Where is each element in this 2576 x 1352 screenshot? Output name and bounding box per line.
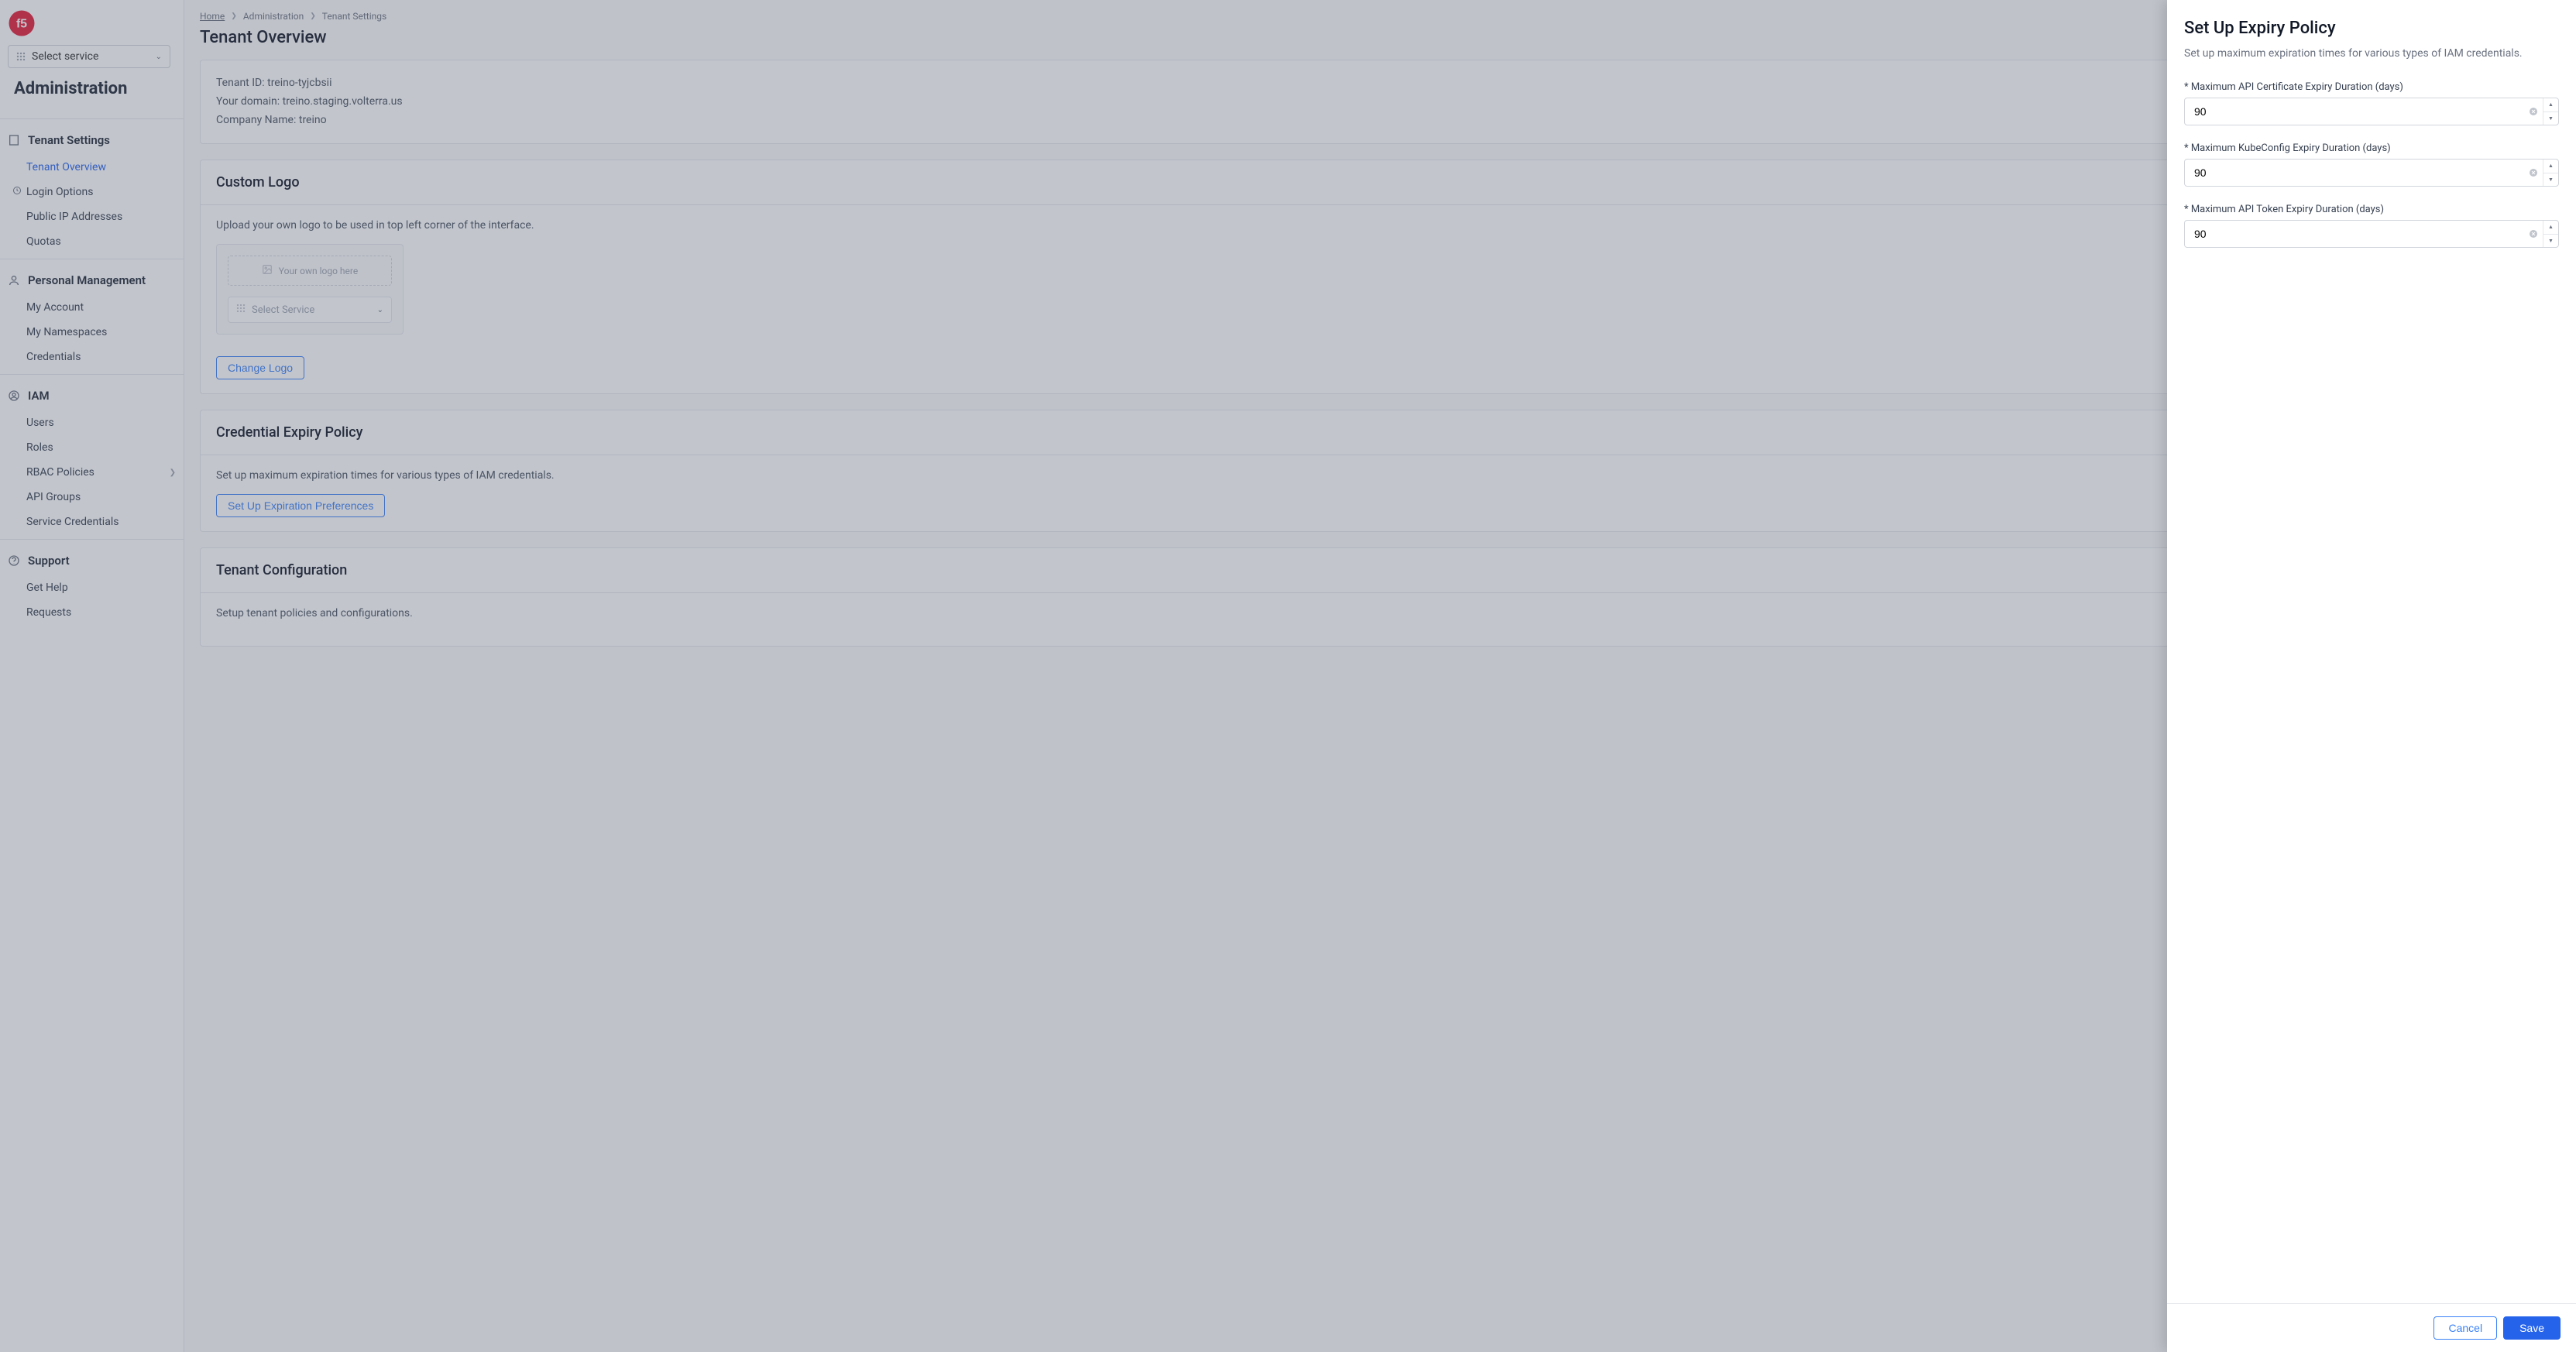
quantity-stepper: ▲▼ (2543, 98, 2558, 125)
field-label: * Maximum API Token Expiry Duration (day… (2184, 204, 2559, 215)
step-up-icon[interactable]: ▲ (2543, 98, 2558, 112)
form-group: * Maximum KubeConfig Expiry Duration (da… (2184, 142, 2559, 187)
field-label: * Maximum KubeConfig Expiry Duration (da… (2184, 142, 2559, 154)
drawer-title: Set Up Expiry Policy (2184, 19, 2559, 38)
field-label: * Maximum API Certificate Expiry Duratio… (2184, 81, 2559, 93)
duration-input[interactable] (2194, 166, 2524, 179)
step-up-icon[interactable]: ▲ (2543, 160, 2558, 173)
drawer-footer: Cancel Save (2167, 1303, 2576, 1352)
save-button[interactable]: Save (2503, 1316, 2561, 1340)
step-down-icon[interactable]: ▼ (2543, 173, 2558, 187)
duration-input[interactable] (2194, 105, 2524, 118)
form-group: * Maximum API Certificate Expiry Duratio… (2184, 81, 2559, 125)
cancel-button[interactable]: Cancel (2433, 1316, 2497, 1340)
clear-icon[interactable] (2524, 221, 2543, 247)
quantity-stepper: ▲▼ (2543, 160, 2558, 186)
clear-icon[interactable] (2524, 160, 2543, 186)
step-up-icon[interactable]: ▲ (2543, 221, 2558, 235)
clear-icon[interactable] (2524, 98, 2543, 125)
expiry-policy-drawer: Set Up Expiry Policy Set up maximum expi… (2167, 0, 2576, 1352)
number-input-wrap: ▲▼ (2184, 98, 2559, 125)
quantity-stepper: ▲▼ (2543, 221, 2558, 247)
step-down-icon[interactable]: ▼ (2543, 235, 2558, 248)
number-input-wrap: ▲▼ (2184, 159, 2559, 187)
duration-input[interactable] (2194, 228, 2524, 240)
drawer-desc: Set up maximum expiration times for vari… (2184, 47, 2559, 60)
number-input-wrap: ▲▼ (2184, 220, 2559, 248)
step-down-icon[interactable]: ▼ (2543, 112, 2558, 125)
form-group: * Maximum API Token Expiry Duration (day… (2184, 204, 2559, 248)
